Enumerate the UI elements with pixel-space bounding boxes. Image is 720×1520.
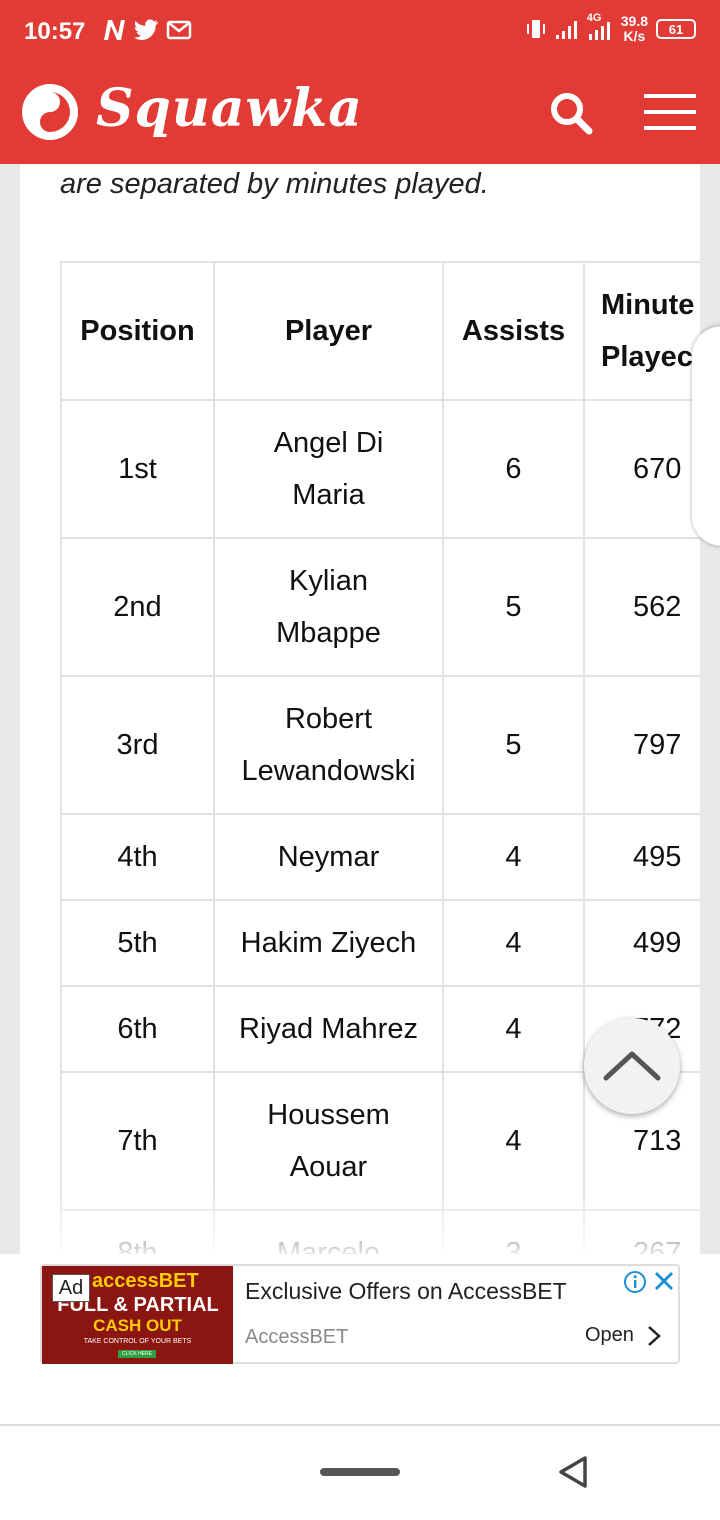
cell-position: 2nd [60,537,215,677]
status-time: 10:57 [24,18,86,45]
ad-banner-area: accessBET FULL & PARTIAL CASH OUT TAKE C… [0,1254,720,1424]
search-icon[interactable] [548,90,594,136]
cell-assists: 4 [442,899,585,987]
table-row: 8th Marcelo 3 267 [60,1209,700,1254]
header-minutes: Minute Playec [583,261,700,401]
scroll-to-top-button[interactable] [584,1018,680,1114]
cell-player: Marcelo [213,1209,444,1254]
table-row: 4th Neymar 4 495 [60,813,700,901]
chevron-up-icon [603,1051,661,1081]
cell-assists: 6 [442,399,585,539]
table-row: 3rd Robert Lewandowski 5 797 [60,675,700,815]
gmail-icon [166,20,192,40]
header-player: Player [213,261,444,401]
cell-assists: 4 [442,1071,585,1211]
cell-minutes: 495 [583,813,700,901]
cell-position: 6th [60,985,215,1073]
cell-minutes: 670 [583,399,700,539]
cell-minutes: 499 [583,899,700,987]
signal-4g-icon: 4G [587,12,613,42]
cell-assists: 4 [442,985,585,1073]
cell-position: 5th [60,899,215,987]
table-row: 5th Hakim Ziyech 4 499 [60,899,700,987]
status-bar: 10:57 4G 39.8 K/s 61 [0,0,720,64]
twitter-icon [134,19,158,40]
cell-position: 8th [60,1209,215,1254]
cell-position: 4th [60,813,215,901]
cell-assists: 3 [442,1209,585,1254]
close-icon[interactable] [653,1270,675,1292]
vibrate-icon [526,20,545,38]
battery-icon: 61 [656,19,696,39]
system-nav-bar [0,1426,720,1520]
back-triangle-icon[interactable] [556,1454,590,1490]
cell-minutes: 797 [583,675,700,815]
ad-badge: Ad [52,1274,90,1302]
cell-minutes: 562 [583,537,700,677]
network-speed: 39.8 K/s [620,13,648,44]
table-row: 2nd Kylian Mbappe 5 562 [60,537,700,677]
header-assists: Assists [442,261,585,401]
status-right: 4G 39.8 K/s 61 [525,12,696,44]
cell-position: 7th [60,1071,215,1211]
cell-assists: 5 [442,675,585,815]
cell-player: Angel Di Maria [213,399,444,539]
cell-player: Neymar [213,813,444,901]
notification-icons [102,18,192,42]
home-pill[interactable] [320,1468,400,1476]
cell-player: Hakim Ziyech [213,899,444,987]
ad-title[interactable]: Exclusive Offers on AccessBET [245,1278,567,1305]
cell-minutes: 267 [583,1209,700,1254]
n-app-icon [104,20,125,40]
cell-position: 1st [60,399,215,539]
ad-open-button[interactable]: Open [585,1324,634,1347]
side-drawer-handle[interactable] [692,326,720,546]
intro-text: are separated by minutes played. [60,168,489,200]
site-brand[interactable]: Squawka [96,78,363,139]
header-position: Position [60,261,215,401]
table-row: 1st Angel Di Maria 6 670 [60,399,700,539]
cell-player: Riyad Mahrez [213,985,444,1073]
cell-player: Kylian Mbappe [213,537,444,677]
cell-assists: 4 [442,813,585,901]
signal-icon [555,21,577,39]
squawka-logo-icon[interactable] [20,82,80,142]
cell-player: Houssem Aouar [213,1071,444,1211]
ad-image-cta: CLICK HERE [118,1350,156,1358]
ad-advertiser: AccessBET [245,1326,349,1348]
chevron-right-icon[interactable] [645,1324,663,1348]
info-icon[interactable] [623,1270,647,1294]
cell-player: Robert Lewandowski [213,675,444,815]
screen: 10:57 4G 39.8 K/s 61 Squawka are separat… [0,0,720,1520]
cell-position: 3rd [60,675,215,815]
hamburger-menu-icon[interactable] [644,92,696,132]
site-header: Squawka [0,64,720,164]
table-header-row: Position Player Assists Minute Playec [60,261,700,401]
cell-assists: 5 [442,537,585,677]
ad-card[interactable]: accessBET FULL & PARTIAL CASH OUT TAKE C… [40,1264,680,1364]
ad-image[interactable]: accessBET FULL & PARTIAL CASH OUT TAKE C… [42,1266,233,1364]
